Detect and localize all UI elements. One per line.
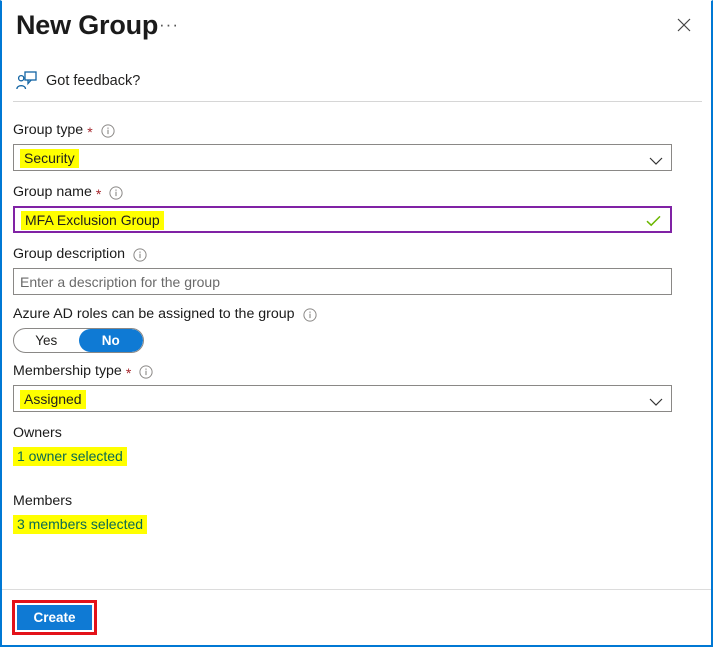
page-title: New Group <box>16 10 159 40</box>
members-selected-link[interactable]: 3 members selected <box>13 515 148 534</box>
owners-label: Owners <box>13 424 672 443</box>
field-members: Members 3 members selected <box>13 492 672 534</box>
toggle-option-yes[interactable]: Yes <box>14 329 79 352</box>
membership-type-label-text: Membership type <box>13 363 122 379</box>
new-group-form: Group type * Security Group name * MFA E… <box>2 102 711 589</box>
got-feedback-label: Got feedback? <box>46 73 141 89</box>
close-icon <box>669 18 699 32</box>
field-group-description: Group description Enter a description fo… <box>13 245 672 295</box>
info-icon[interactable] <box>133 247 147 262</box>
got-feedback-link[interactable]: Got feedback? <box>16 69 140 93</box>
group-description-input[interactable]: Enter a description for the group <box>13 268 672 295</box>
info-icon[interactable] <box>139 364 153 379</box>
feedback-person-icon <box>16 71 38 91</box>
chevron-down-icon <box>649 394 663 406</box>
required-marker: * <box>87 123 93 140</box>
ellipsis-icon[interactable]: ··· <box>158 13 180 37</box>
group-name-value: MFA Exclusion Group <box>15 210 164 230</box>
required-marker: * <box>125 364 132 381</box>
members-label: Members <box>13 492 672 511</box>
info-icon[interactable] <box>109 185 123 200</box>
required-marker: * <box>95 185 102 202</box>
members-label-text: Members <box>13 493 73 509</box>
group-description-placeholder: Enter a description for the group <box>20 273 221 290</box>
new-group-blade: New Group ··· Got feedback? Group type *… <box>0 0 713 647</box>
field-membership-type: Membership type * Assigned <box>13 362 672 412</box>
group-description-label-text: Group description <box>13 246 125 262</box>
owners-selected-link[interactable]: 1 owner selected <box>13 447 127 466</box>
azure-ad-roles-label: Azure AD roles can be assigned to the gr… <box>13 305 672 324</box>
group-type-dropdown[interactable]: Security <box>13 144 672 171</box>
field-owners: Owners 1 owner selected <box>13 424 672 466</box>
group-name-label-text: Group name <box>13 184 92 200</box>
azure-ad-roles-label-text: Azure AD roles can be assigned to the gr… <box>13 306 295 322</box>
field-group-name: Group name * MFA Exclusion Group <box>13 183 672 233</box>
blade-footer: Create <box>2 590 711 645</box>
info-icon[interactable] <box>101 123 115 138</box>
membership-type-dropdown[interactable]: Assigned <box>13 385 672 412</box>
toggle-option-no[interactable]: No <box>78 329 143 352</box>
group-type-value: Security <box>14 148 79 168</box>
group-name-label: Group name * <box>13 183 672 202</box>
owners-label-text: Owners <box>13 425 62 441</box>
chevron-down-icon <box>649 153 663 165</box>
group-name-input[interactable]: MFA Exclusion Group <box>13 206 672 233</box>
close-button[interactable] <box>669 11 699 39</box>
membership-type-value: Assigned <box>14 389 86 409</box>
info-icon[interactable] <box>302 307 317 322</box>
azure-ad-roles-toggle[interactable]: Yes No <box>13 328 144 353</box>
blade-header: New Group ··· Got feedback? <box>2 1 711 102</box>
field-group-type: Group type * Security <box>13 121 672 171</box>
group-description-label: Group description <box>13 245 672 264</box>
checkmark-icon <box>646 214 661 226</box>
field-azure-ad-roles: Azure AD roles can be assigned to the gr… <box>13 305 672 353</box>
group-type-label-text: Group type <box>13 122 84 138</box>
create-button[interactable]: Create <box>17 605 92 630</box>
membership-type-label: Membership type * <box>13 362 672 381</box>
group-type-label: Group type * <box>13 121 672 140</box>
create-button-annotation: Create <box>12 600 97 635</box>
